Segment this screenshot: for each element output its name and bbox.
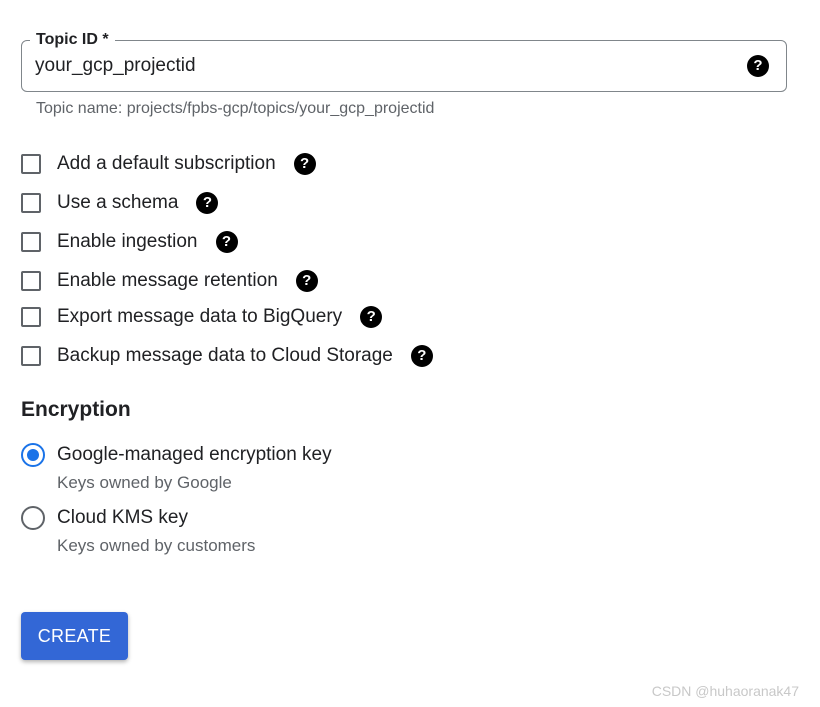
create-topic-form: Topic ID * ? Topic name: projects/fpbs-g… <box>0 0 820 707</box>
radio-button-selected[interactable] <box>21 443 45 467</box>
topic-id-field[interactable]: Topic ID * ? <box>21 31 787 92</box>
option-label: Backup message data to Cloud Storage <box>57 345 393 366</box>
radio-cloud-kms-key[interactable]: Cloud KMS key <box>21 506 188 530</box>
encryption-heading: Encryption <box>21 398 131 421</box>
option-label: Add a default subscription <box>57 153 276 174</box>
option-label: Export message data to BigQuery <box>57 306 343 327</box>
option-default-subscription[interactable]: Add a default subscription ? <box>21 152 316 176</box>
help-icon[interactable]: ? <box>295 270 318 292</box>
radio-sublabel: Keys owned by Google <box>57 473 232 492</box>
radio-label: Google-managed encryption key <box>57 444 332 465</box>
watermark-text: CSDN @huhaoranak47 <box>651 683 799 699</box>
option-backup-cloud-storage[interactable]: Backup message data to Cloud Storage ? <box>21 344 433 368</box>
topic-id-label: Topic ID * <box>30 31 115 49</box>
help-icon[interactable]: ? <box>747 55 769 77</box>
create-button[interactable]: CREATE <box>21 612 128 660</box>
help-icon[interactable]: ? <box>293 153 316 175</box>
checkbox[interactable] <box>21 346 41 366</box>
checkbox[interactable] <box>21 307 41 327</box>
option-enable-ingestion[interactable]: Enable ingestion ? <box>21 230 238 254</box>
help-icon[interactable]: ? <box>360 306 383 328</box>
radio-label: Cloud KMS key <box>57 507 188 528</box>
option-label: Use a schema <box>57 192 179 213</box>
help-icon[interactable]: ? <box>410 345 433 367</box>
option-message-retention[interactable]: Enable message retention ? <box>21 269 318 293</box>
help-icon[interactable]: ? <box>215 231 238 253</box>
checkbox[interactable] <box>21 154 41 174</box>
topic-id-input[interactable] <box>35 54 735 78</box>
checkbox[interactable] <box>21 271 41 291</box>
help-icon[interactable]: ? <box>196 192 219 214</box>
radio-sublabel: Keys owned by customers <box>57 536 256 555</box>
option-label: Enable ingestion <box>57 231 198 252</box>
topic-name-hint: Topic name: projects/fpbs-gcp/topics/you… <box>36 100 435 117</box>
radio-button[interactable] <box>21 506 45 530</box>
option-use-schema[interactable]: Use a schema ? <box>21 191 219 215</box>
radio-google-managed-key[interactable]: Google-managed encryption key <box>21 443 332 467</box>
option-label: Enable message retention <box>57 270 278 291</box>
checkbox[interactable] <box>21 232 41 252</box>
option-export-bigquery[interactable]: Export message data to BigQuery ? <box>21 305 383 329</box>
checkbox[interactable] <box>21 193 41 213</box>
